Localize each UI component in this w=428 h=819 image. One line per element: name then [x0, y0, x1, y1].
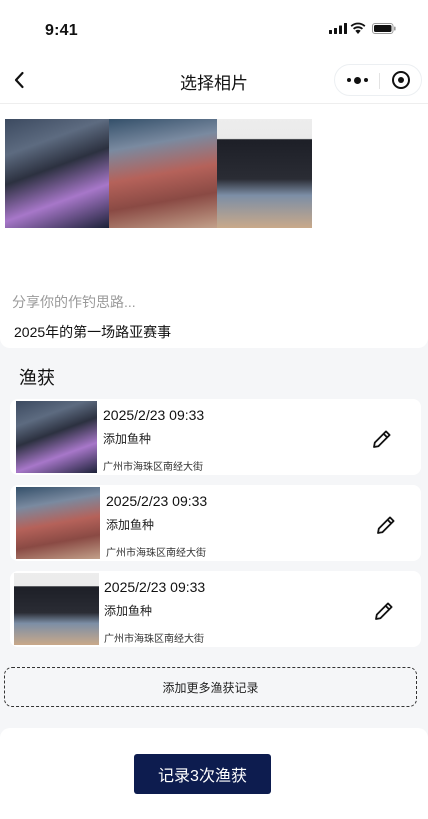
catch-datetime: 2025/2/23 09:33: [103, 407, 205, 423]
catch-card[interactable]: 2025/2/23 09:33 添加鱼种 广州市海珠区南经大街: [10, 399, 421, 475]
catch-photo: [16, 401, 97, 473]
battery-icon: [372, 23, 396, 34]
edit-button[interactable]: [368, 425, 396, 453]
edit-button[interactable]: [370, 597, 398, 625]
catch-datetime: 2025/2/23 09:33: [104, 579, 206, 595]
signal-icon: [329, 23, 347, 34]
edit-pencil-icon: [373, 430, 391, 448]
edit-button[interactable]: [372, 511, 400, 539]
catch-location: 广州市海珠区南经大街: [104, 634, 204, 645]
add-species-button[interactable]: 添加鱼种: [104, 602, 152, 619]
selected-photo[interactable]: [109, 119, 217, 228]
selected-photo[interactable]: [217, 119, 312, 228]
catch-location: 广州市海珠区南经大街: [103, 462, 203, 473]
top-panel: 9:41 选择相片 分享你的作钓思路... 2025年的第一场路亚赛事: [0, 0, 428, 348]
catch-card[interactable]: 2025/2/23 09:33 添加鱼种 广州市海珠区南经大街: [10, 571, 421, 647]
wifi-icon: [350, 22, 366, 34]
post-description[interactable]: 2025年的第一场路亚赛事: [14, 322, 171, 342]
catch-card[interactable]: 2025/2/23 09:33 添加鱼种 广州市海珠区南经大街: [10, 485, 421, 561]
catch-photo: [16, 487, 100, 559]
catch-datetime: 2025/2/23 09:33: [106, 493, 208, 509]
close-button[interactable]: [380, 65, 422, 95]
nav-bar: 选择相片: [0, 56, 428, 104]
catch-photo: [14, 573, 99, 645]
share-thoughts-input[interactable]: 分享你的作钓思路...: [12, 292, 136, 312]
catch-location: 广州市海珠区南经大街: [106, 548, 206, 559]
catch-section-title: 渔获: [19, 368, 55, 388]
add-species-button[interactable]: 添加鱼种: [103, 430, 151, 447]
miniprogram-capsule: [334, 64, 422, 96]
submit-catch-button[interactable]: 记录3次渔获: [134, 754, 271, 794]
selected-photo[interactable]: [5, 119, 109, 228]
edit-pencil-icon: [377, 516, 395, 534]
more-button[interactable]: [335, 65, 379, 95]
add-species-button[interactable]: 添加鱼种: [106, 516, 154, 533]
status-time: 9:41: [45, 22, 78, 39]
edit-pencil-icon: [375, 602, 393, 620]
status-bar: 9:41: [0, 0, 428, 56]
close-target-icon: [392, 71, 410, 89]
bottom-bar: 记录3次渔获: [0, 728, 428, 819]
more-dots-icon: [346, 76, 368, 84]
add-more-catch-button[interactable]: 添加更多渔获记录: [4, 667, 417, 707]
